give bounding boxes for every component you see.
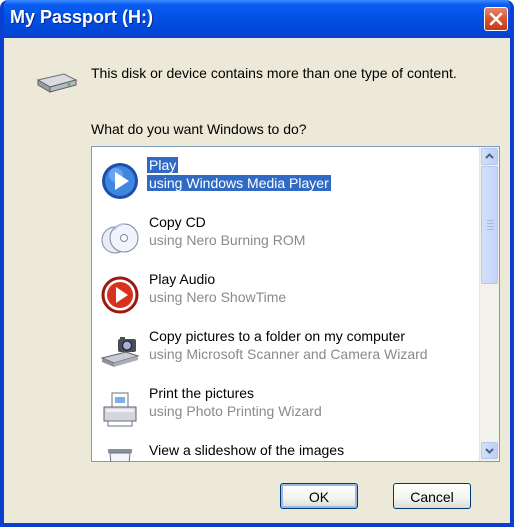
- option-action-label: Print the pictures: [149, 385, 255, 401]
- thumb-grip: [487, 223, 494, 224]
- cd-copy-icon: [101, 223, 139, 254]
- option-program-label: using Windows Media Player: [147, 175, 331, 191]
- option-action-label: Copy pictures to a folder on my computer: [149, 328, 406, 344]
- option-program-label: using Nero ShowTime: [149, 289, 287, 305]
- nero-showtime-icon: [101, 276, 139, 314]
- list-item-play[interactable]: Play using Windows Media Player: [92, 151, 476, 209]
- printer-icon: [103, 392, 137, 427]
- camera-scanner-icon: [100, 337, 140, 367]
- thumb-grip: [487, 229, 494, 230]
- title-bar[interactable]: My Passport (H:): [4, 0, 510, 38]
- list-item-slideshow[interactable]: View a slideshow of the images: [92, 436, 476, 461]
- dialog-message: This disk or device contains more than o…: [91, 65, 457, 81]
- close-icon: [489, 12, 503, 26]
- option-program-label: using Photo Printing Wizard: [149, 403, 322, 419]
- close-button[interactable]: [484, 7, 508, 31]
- dialog-body: This disk or device contains more than o…: [4, 38, 510, 523]
- autoplay-dialog: My Passport (H:) This disk or device con…: [0, 0, 514, 527]
- dialog-question: What do you want Windows to do?: [91, 121, 307, 137]
- option-action-label: Copy CD: [149, 214, 206, 230]
- thumb-grip: [487, 226, 494, 227]
- scroll-up-button[interactable]: [481, 148, 498, 165]
- thumb-grip: [487, 220, 494, 221]
- chevron-up-icon: [485, 153, 494, 159]
- list-item-print-pictures[interactable]: Print the pictures using Photo Printing …: [92, 379, 476, 437]
- option-action-label: View a slideshow of the images: [149, 442, 345, 458]
- chevron-down-icon: [485, 448, 494, 454]
- option-program-label: using Microsoft Scanner and Camera Wizar…: [149, 346, 428, 362]
- windows-media-player-icon: [102, 163, 138, 199]
- scroll-thumb[interactable]: [481, 166, 498, 284]
- scroll-down-button[interactable]: [481, 442, 498, 459]
- list-item-copy-cd[interactable]: Copy CD using Nero Burning ROM: [92, 208, 476, 266]
- list-item-play-audio[interactable]: Play Audio using Nero ShowTime: [92, 265, 476, 323]
- option-action-label: Play Audio: [149, 271, 216, 287]
- slideshow-icon: [108, 449, 132, 461]
- window-title: My Passport (H:): [10, 7, 154, 27]
- removable-disk-icon: [36, 73, 78, 93]
- option-program-label: using Nero Burning ROM: [149, 232, 306, 248]
- action-list[interactable]: Play using Windows Media Player Copy CD …: [91, 146, 500, 462]
- ok-button[interactable]: OK: [280, 483, 358, 509]
- cancel-button[interactable]: Cancel: [393, 483, 471, 509]
- list-item-copy-pictures[interactable]: Copy pictures to a folder on my computer…: [92, 322, 476, 380]
- list-scrollbar[interactable]: [479, 147, 499, 461]
- option-action-label: Play: [147, 157, 179, 173]
